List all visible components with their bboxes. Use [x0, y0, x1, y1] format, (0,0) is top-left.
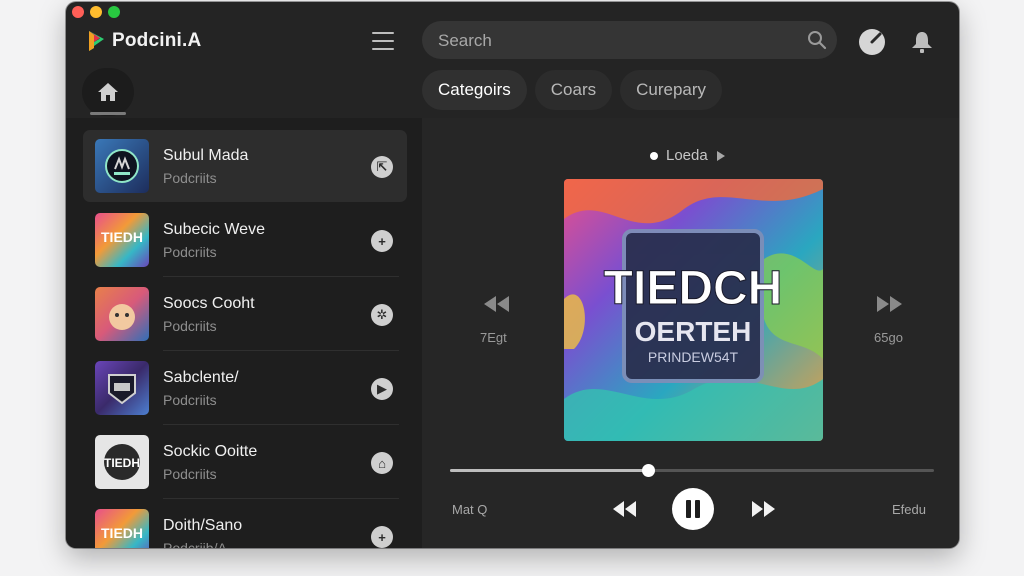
fast-forward-icon[interactable] — [874, 294, 904, 314]
thumbnail-text: TIEDH — [101, 229, 143, 245]
maximize-window-button[interactable] — [108, 6, 120, 18]
search-bar[interactable] — [422, 21, 837, 61]
cover-subtitle: OERTEH — [635, 316, 752, 347]
tab-curepary[interactable]: Curepary — [620, 70, 723, 110]
list-item[interactable]: TIEDH Subecic Weve Podcriits + — [83, 204, 407, 277]
tab-coars[interactable]: Coars — [534, 70, 613, 110]
episode-thumbnail — [95, 139, 149, 193]
progress-bar[interactable] — [450, 464, 934, 477]
episode-thumbnail: TIEDH — [95, 435, 149, 489]
app-brand: Podcini.A — [86, 29, 201, 53]
list-item[interactable]: TIEDH Doith/Sano Podcriib/A + — [83, 500, 407, 548]
menu-icon[interactable] — [372, 32, 394, 50]
plus-icon[interactable]: + — [371, 526, 393, 548]
home-active-indicator — [90, 112, 126, 115]
episode-artwork: TIEDH — [101, 229, 143, 245]
divider — [163, 350, 399, 351]
podcast-cover-art: TIEDCH OERTEH PRINDEW54T — [564, 179, 823, 441]
episode-artwork: TIEDH — [104, 444, 140, 480]
cover-artwork: TIEDCH OERTEH PRINDEW54T — [564, 179, 823, 441]
episode-subtitle: Podcriits — [163, 244, 217, 260]
share-icon[interactable]: ⇱ — [371, 156, 393, 178]
category-tabs: Categoirs Coars Curepary — [422, 70, 723, 110]
notification-bell-icon[interactable] — [908, 28, 936, 56]
close-window-button[interactable] — [72, 6, 84, 18]
rewind-icon[interactable] — [482, 294, 512, 314]
list-item[interactable]: TIEDH Sockic Ooitte Podcriits ⌂ — [83, 426, 407, 499]
list-item[interactable]: Sabclente/ Podcriits ▶ — [83, 352, 407, 425]
app-logo-icon — [89, 31, 104, 51]
status-dot — [650, 151, 658, 160]
episode-title: Sockic Ooitte — [163, 443, 258, 460]
episode-artwork — [108, 374, 136, 405]
window-controls — [72, 6, 120, 18]
home-icon — [98, 83, 118, 101]
episode-subtitle: Podcriits — [163, 170, 217, 186]
cover-caption: PRINDEW54T — [648, 349, 739, 365]
divider — [163, 424, 399, 425]
episode-title: Sabclente/ — [163, 369, 239, 386]
app-name: Podcini.A — [112, 30, 202, 51]
episode-subtitle: Podcriib/A — [163, 540, 227, 548]
plus-icon[interactable]: + — [371, 230, 393, 252]
now-playing-status-text: Loeda — [666, 147, 708, 164]
list-item[interactable]: Soocs Cooht Podcriits ✲ — [83, 278, 407, 351]
episode-title: Doith/Sano — [163, 517, 243, 534]
profile-icon[interactable] — [858, 28, 886, 56]
episode-thumbnail — [95, 287, 149, 341]
app-window: Podcini.A Categoirs Coars Curepary — [66, 2, 959, 548]
episode-title: Subul Mada — [163, 147, 249, 164]
previous-icon[interactable] — [612, 500, 638, 518]
now-playing-status: Loeda — [650, 147, 726, 164]
search-icon[interactable] — [807, 30, 827, 50]
elapsed-time: Mat Q — [452, 502, 488, 517]
podcast-cover-icon — [105, 149, 139, 183]
episode-title: Subecic Weve — [163, 221, 265, 238]
episode-subtitle: Podcriits — [163, 466, 217, 482]
divider — [163, 276, 399, 277]
forward-label: 65go — [874, 330, 903, 345]
rewind-label: 7Egt — [480, 330, 507, 345]
play-small-icon — [716, 150, 725, 161]
episode-list: Subul Mada Podcriits ⇱ TIEDH Subecic Wev… — [66, 118, 422, 548]
episode-subtitle: Podcriits — [163, 318, 217, 334]
thumbnail-text: TIEDH — [101, 525, 143, 541]
episode-title: Soocs Cooht — [163, 295, 255, 312]
pause-button[interactable] — [672, 488, 714, 530]
play-icon[interactable]: ▶ — [371, 378, 393, 400]
list-item[interactable]: Subul Mada Podcriits ⇱ — [83, 130, 407, 202]
home-icon[interactable]: ⌂ — [371, 452, 393, 474]
episode-artwork — [109, 304, 135, 330]
divider — [163, 498, 399, 499]
episode-thumbnail: TIEDH — [95, 213, 149, 267]
episode-thumbnail: TIEDH — [95, 509, 149, 548]
remaining-time: Efedu — [892, 502, 926, 517]
cover-title: TIEDCH — [604, 262, 783, 315]
home-button[interactable] — [82, 68, 134, 116]
minimize-window-button[interactable] — [90, 6, 102, 18]
episode-subtitle: Podcriits — [163, 392, 217, 408]
progress-fill — [450, 469, 649, 472]
next-icon[interactable] — [750, 500, 776, 518]
episode-thumbnail — [95, 361, 149, 415]
tab-categories[interactable]: Categoirs — [422, 70, 527, 110]
search-input[interactable] — [436, 21, 800, 61]
pause-icon — [686, 500, 700, 518]
thumbnail-text: TIEDH — [104, 456, 140, 470]
episode-artwork: TIEDH — [101, 525, 143, 541]
settings-icon[interactable]: ✲ — [371, 304, 393, 326]
